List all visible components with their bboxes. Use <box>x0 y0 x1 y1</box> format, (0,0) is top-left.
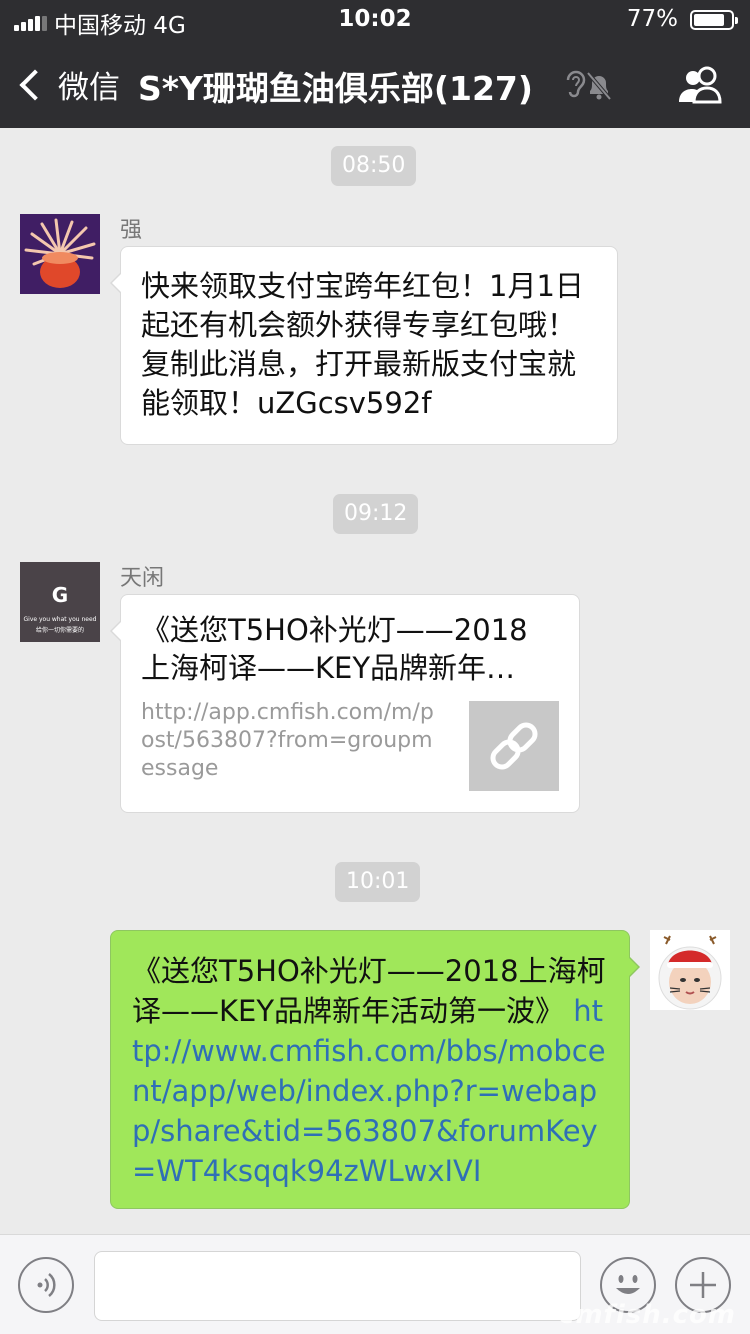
message-text: 《送您T5HO补光灯——2018上海柯译——KEY品牌新年活动第一波》 <box>132 954 606 1028</box>
chat-area[interactable]: 08:50 强 快来领取支付宝跨年红包！1月1日起还有机会额外获得专享红包哦！复… <box>0 128 750 1234</box>
avatar[interactable] <box>20 214 100 294</box>
sender-name: 强 <box>120 218 143 243</box>
card-title-line: 《送您T5HO补光灯——2018 <box>141 613 528 647</box>
top-bar: 中国移动 4G 10:02 77% 微信 S*Y珊瑚鱼油俱乐部(127) <box>0 0 750 128</box>
avatar-letter: G <box>51 583 69 607</box>
timestamp: 08:50 <box>331 146 417 186</box>
input-bar: cmfish.com <box>0 1234 750 1334</box>
battery-percent: 77% <box>626 6 678 32</box>
nav-bar: 微信 S*Y珊瑚鱼油俱乐部(127) <box>0 40 750 128</box>
message-input[interactable] <box>94 1251 581 1321</box>
status-bar: 中国移动 4G 10:02 77% <box>0 0 750 40</box>
message-bubble[interactable]: 快来领取支付宝跨年红包！1月1日起还有机会额外获得专享红包哦！复制此消息，打开最… <box>110 246 618 445</box>
avatar[interactable]: G Give you what you need 给你一切你需要的 <box>20 562 100 642</box>
card-title-line: 上海柯译——KEY品牌新年… <box>141 651 516 685</box>
back-label: 微信 <box>58 70 120 106</box>
avatar-caption: 给你一切你需要的 <box>35 627 84 634</box>
link-card[interactable]: 《送您T5HO补光灯——2018 上海柯译——KEY品牌新年… http://a… <box>110 594 580 813</box>
card-title: 《送您T5HO补光灯——2018 上海柯译——KEY品牌新年… <box>141 611 559 687</box>
avatar-caption: Give you what you need <box>23 616 97 623</box>
chat-title: S*Y珊瑚鱼油俱乐部(127) <box>138 69 533 108</box>
card-url: http://app.cmfish.com/m/post/563807?from… <box>141 700 434 781</box>
sender-name: 天闲 <box>120 566 165 591</box>
back-button[interactable]: 微信 <box>14 62 120 107</box>
watermark: cmfish.com <box>559 1300 736 1330</box>
mute-icon <box>566 70 612 101</box>
voice-icon <box>37 1273 56 1297</box>
link-icon <box>490 722 538 770</box>
sent-message-bubble[interactable]: 《送您T5HO补光灯——2018上海柯译——KEY品牌新年活动第一波》 http… <box>110 930 640 1209</box>
card-thumbnail <box>469 701 559 791</box>
timestamp: 10:01 <box>335 862 421 902</box>
voice-button[interactable] <box>18 1257 74 1313</box>
avatar[interactable] <box>650 930 730 1010</box>
group-members-icon[interactable] <box>676 64 726 104</box>
back-chevron-icon <box>19 68 51 101</box>
battery-icon <box>690 10 738 30</box>
timestamp: 09:12 <box>333 494 419 534</box>
